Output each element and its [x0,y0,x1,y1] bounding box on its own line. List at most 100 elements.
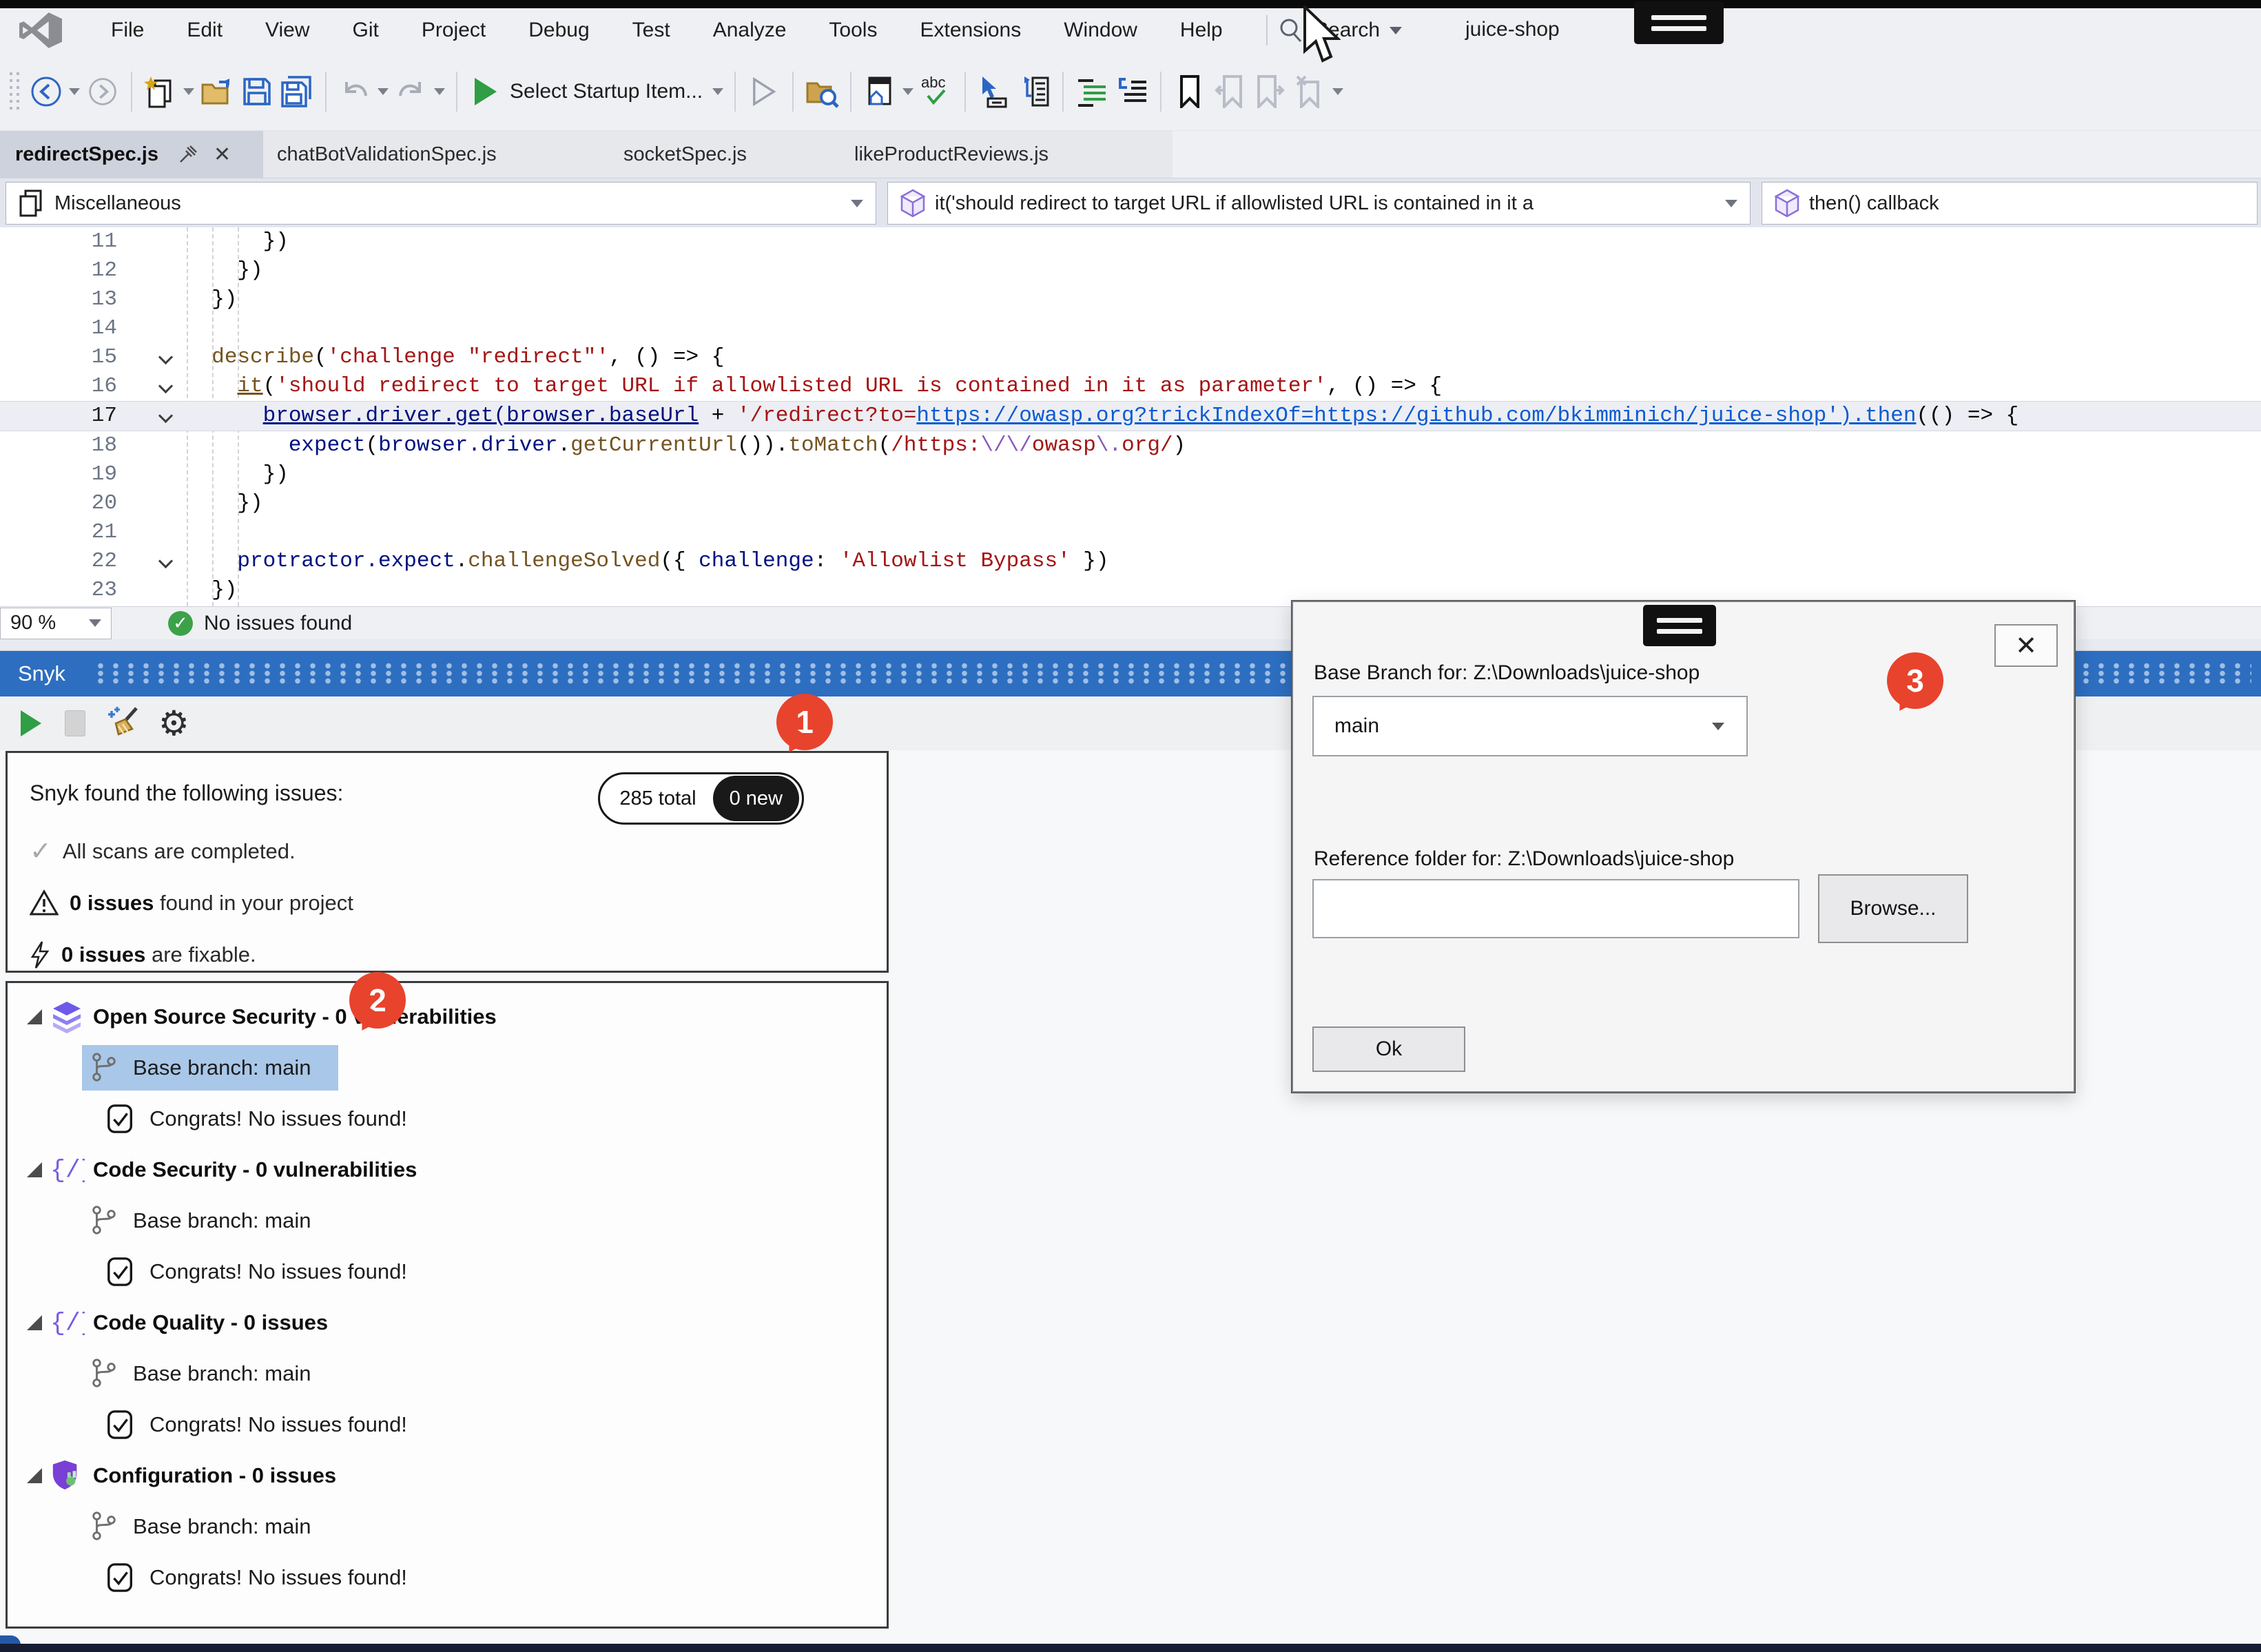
toolbar-grip[interactable] [10,72,19,111]
zoom-select[interactable]: 90 % [0,608,112,639]
editor-navigation-bar: Miscellaneous it('should redirect to tar… [0,178,2261,227]
reference-folder-input[interactable] [1312,879,1799,938]
code-line-17[interactable]: 17 browser.driver.get(browser.baseUrl + … [0,401,2261,431]
total-issues-badge: 285 total [600,787,712,810]
menu-git[interactable]: Git [331,8,400,52]
next-bookmark-button[interactable] [1252,74,1288,110]
code-line-19[interactable]: 19 }) [0,460,2261,489]
menu-debug[interactable]: Debug [507,8,610,52]
run-without-debug-button[interactable] [746,74,782,110]
browse-button[interactable]: Browse... [1818,874,1968,943]
menu-project[interactable]: Project [400,8,507,52]
start-debug-icon[interactable] [468,74,504,110]
fold-chevron-icon[interactable] [158,554,173,568]
bookmark-overflow-caret-icon[interactable] [1332,88,1343,95]
save-all-button[interactable] [279,74,315,110]
menu-analyze[interactable]: Analyze [692,8,808,52]
fold-chevron-icon[interactable] [158,350,173,364]
selection-pointer-button[interactable] [976,74,1012,110]
clear-bookmarks-button[interactable] [1292,74,1328,110]
navigate-back-button[interactable] [28,74,64,110]
dialog-close-button[interactable]: ✕ [1994,624,2058,667]
tree-item[interactable]: Base branch: main [8,1348,887,1399]
snyk-settings-gear-icon[interactable]: ⚙ [158,706,189,741]
ok-button[interactable]: Ok [1312,1026,1465,1072]
tree-expander-icon[interactable] [27,1009,42,1024]
menu-extensions[interactable]: Extensions [898,8,1042,52]
menu-edit[interactable]: Edit [165,8,244,52]
code-line-16[interactable]: 16 it('should redirect to target URL if … [0,372,2261,401]
tab-redirectspec[interactable]: redirectSpec.js ✕ [0,131,263,178]
line-number: 18 [38,431,117,460]
toggle-bookmark-button[interactable] [1172,74,1208,110]
callback-dropdown[interactable]: then() callback [1762,182,2258,225]
menu-window[interactable]: Window [1042,8,1159,52]
base-branch-select[interactable]: main [1312,696,1748,756]
format-document-button[interactable] [1114,74,1150,110]
project-dropdown-caret-icon [851,200,863,207]
code-line-11[interactable]: 11 }) [0,227,2261,256]
tree-item[interactable]: Base branch: main [8,1042,887,1093]
undo-button[interactable] [337,74,373,110]
code-line-14[interactable]: 14 [0,314,2261,343]
spell-check-button[interactable]: abc [918,74,954,110]
tree-section-1[interactable]: {/}Code Security - 0 vulnerabilities [8,1144,887,1195]
menu-help[interactable]: Help [1159,8,1244,52]
new-file-dropdown-caret-icon[interactable] [183,88,194,95]
code-editor[interactable]: 11 })12 })13 })1415 describe('challenge … [0,227,2261,606]
tree-expander-icon[interactable] [27,1315,42,1330]
tree-item[interactable]: Base branch: main [8,1501,887,1552]
tab-socketspec[interactable]: socketSpec.js [623,131,747,178]
project-dropdown[interactable]: Miscellaneous [6,182,876,225]
tree-expander-icon[interactable] [27,1162,42,1177]
save-button[interactable] [239,74,275,110]
member-dropdown[interactable]: it('should redirect to target URL if all… [887,182,1751,225]
code-line-13[interactable]: 13 }) [0,285,2261,314]
new-file-button[interactable] [143,74,178,110]
tab-likeproductreviews[interactable]: likeProductReviews.js [854,131,1049,178]
redo-button[interactable] [393,74,429,110]
undo-dropdown-caret-icon[interactable] [378,88,389,95]
code-line-18[interactable]: 18 expect(browser.driver.getCurrentUrl()… [0,431,2261,460]
redo-dropdown-caret-icon[interactable] [434,88,445,95]
indent-button[interactable] [1074,74,1110,110]
tree-item[interactable]: Base branch: main [8,1195,887,1246]
select-startup-item-button[interactable]: Select Startup Item... [510,80,703,103]
code-line-12[interactable]: 12 }) [0,256,2261,285]
menu-file[interactable]: File [90,8,165,52]
snyk-run-scan-button[interactable] [21,710,41,736]
tree-item[interactable]: Congrats! No issues found! [8,1552,887,1603]
solution-name[interactable]: juice-shop [1465,18,1560,41]
code-line-22[interactable]: 22 protractor.expect.challengeSolved({ c… [0,547,2261,576]
tree-section-3[interactable]: Configuration - 0 issues [8,1450,887,1501]
navigate-forward-button[interactable] [85,74,121,110]
tree-expander-icon[interactable] [27,1468,42,1483]
close-tab-icon[interactable]: ✕ [214,143,231,167]
open-file-button[interactable] [199,74,235,110]
tab-chatbotvalidationspec[interactable]: chatBotValidationSpec.js [277,131,497,178]
tree-item[interactable]: Congrats! No issues found! [8,1399,887,1450]
fold-chevron-icon[interactable] [158,379,173,393]
dialog-title-widget [1643,605,1716,646]
tree-item[interactable]: Congrats! No issues found! [8,1093,887,1144]
overflow-caret-icon[interactable] [902,88,913,95]
tree-item[interactable]: Congrats! No issues found! [8,1246,887,1297]
menu-tools[interactable]: Tools [807,8,898,52]
back-dropdown-caret-icon[interactable] [69,88,80,95]
tree-section-2[interactable]: {/}Code Quality - 0 issues [8,1297,887,1348]
find-in-files-button[interactable] [804,74,840,110]
code-line-21[interactable]: 21 [0,518,2261,547]
code-line-20[interactable]: 20 }) [0,489,2261,518]
snyk-stop-button[interactable] [65,710,85,736]
snyk-clean-results-button[interactable] [106,705,142,741]
navigate-window-button[interactable] [862,74,898,110]
tree-section-0[interactable]: Open Source Security - 0 vulnerabilities [8,991,887,1042]
menu-test[interactable]: Test [611,8,692,52]
startup-dropdown-caret-icon[interactable] [712,88,723,95]
code-line-15[interactable]: 15 describe('challenge "redirect"', () =… [0,343,2261,372]
document-outline-button[interactable] [1016,74,1052,110]
prev-bookmark-button[interactable] [1212,74,1248,110]
pin-icon[interactable] [178,144,198,165]
menu-view[interactable]: View [244,8,331,52]
fold-chevron-icon[interactable] [158,409,173,423]
